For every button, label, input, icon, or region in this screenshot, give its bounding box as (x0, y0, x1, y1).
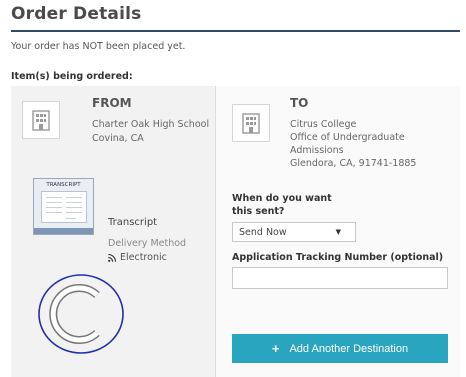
items-label: Item(s) being ordered: (11, 71, 133, 82)
add-destination-button[interactable]: + Add Another Destination (232, 334, 448, 363)
from-building-icon (22, 101, 60, 139)
to-heading: TO (290, 96, 309, 110)
transcript-thumbnail: TRANSCRIPT (33, 178, 94, 235)
to-address-line: Citrus College (290, 119, 357, 130)
from-school: Charter Oak High School (92, 119, 210, 130)
plus-icon: + (271, 341, 280, 356)
copyright-seal-icon (38, 274, 124, 354)
transcript-page (41, 191, 87, 223)
title-divider (11, 30, 460, 32)
to-address-line: Admissions (290, 145, 344, 156)
caret-down-icon: ▼ (335, 228, 341, 236)
from-city: Covina, CA (92, 133, 144, 144)
delivery-method-value: Electronic (108, 252, 167, 263)
to-building-icon (232, 104, 270, 142)
order-notice: Your order has NOT been placed yet. (11, 41, 186, 52)
tracking-number-label: Application Tracking Number (optional) (232, 252, 444, 263)
send-time-selected: Send Now (239, 226, 287, 238)
item-panel: FROM Charter Oak High School Covina, CA … (11, 86, 216, 377)
to-address-line: Glendora, CA, 91741-1885 (290, 158, 417, 169)
to-address-line: Office of Undergraduate (290, 132, 405, 143)
send-time-select[interactable]: Send Now ▼ (232, 222, 356, 242)
from-heading: FROM (92, 96, 132, 110)
rss-icon (108, 253, 116, 262)
transcript-image-label: TRANSCRIPT (46, 182, 81, 188)
destination-panel: TO Citrus College Office of Undergraduat… (216, 86, 460, 377)
page-title: Order Details (11, 4, 142, 24)
delivery-method-label: Delivery Method (108, 238, 187, 249)
tracking-number-input[interactable] (232, 267, 448, 289)
send-time-label: When do you want this sent? (232, 193, 332, 217)
delivery-method-text: Electronic (120, 252, 167, 263)
item-title: Transcript (108, 217, 158, 228)
add-destination-label: Add Another Destination (289, 342, 409, 355)
